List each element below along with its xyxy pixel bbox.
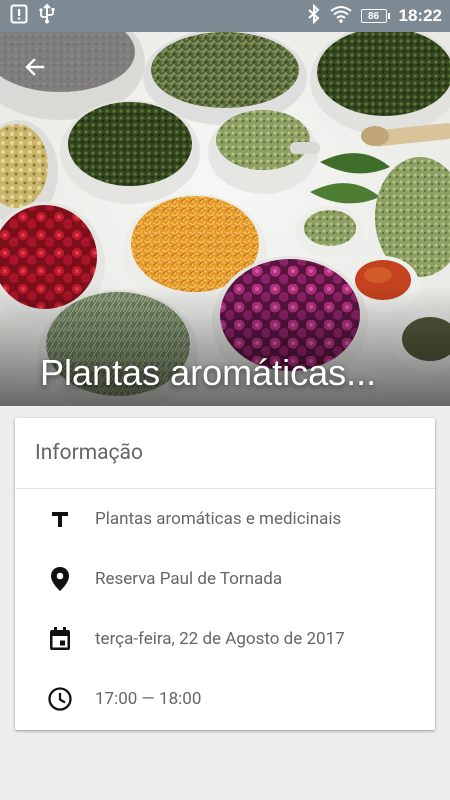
back-button[interactable] — [18, 50, 52, 84]
info-row-date: terça-feira, 22 de Agosto de 2017 — [15, 609, 435, 669]
info-text-location: Reserva Paul de Tornada — [95, 569, 283, 589]
battery-level: 86 — [360, 9, 387, 23]
info-row-location: Reserva Paul de Tornada — [15, 549, 435, 609]
bluetooth-icon — [307, 3, 321, 28]
battery-icon: 86 — [360, 9, 390, 23]
card-header: Informação — [15, 418, 435, 489]
calendar-icon — [47, 626, 73, 652]
status-right: 86 18:22 — [307, 3, 442, 28]
arrow-back-icon — [25, 58, 45, 76]
status-time: 18:22 — [398, 6, 442, 25]
hero-image: Plantas aromáticas... — [0, 32, 450, 406]
info-text-title: Plantas aromáticas e medicinais — [95, 509, 342, 529]
clock-icon — [47, 686, 73, 712]
info-text-time: 17:00 — 18:00 — [95, 689, 202, 709]
info-row-time: 17:00 — 18:00 — [15, 669, 435, 729]
title-icon — [47, 506, 73, 532]
status-bar: 86 18:22 — [0, 0, 450, 32]
info-text-date: terça-feira, 22 de Agosto de 2017 — [95, 629, 345, 649]
status-left — [10, 3, 56, 28]
location-pin-icon — [47, 566, 73, 592]
usb-icon — [38, 3, 56, 28]
alert-icon — [10, 4, 28, 28]
hero-title: Plantas aromáticas... — [40, 352, 377, 393]
wifi-icon — [329, 5, 352, 27]
info-card: Informação Plantas aromáticas e medicina… — [15, 418, 435, 730]
info-row-title: Plantas aromáticas e medicinais — [15, 489, 435, 549]
